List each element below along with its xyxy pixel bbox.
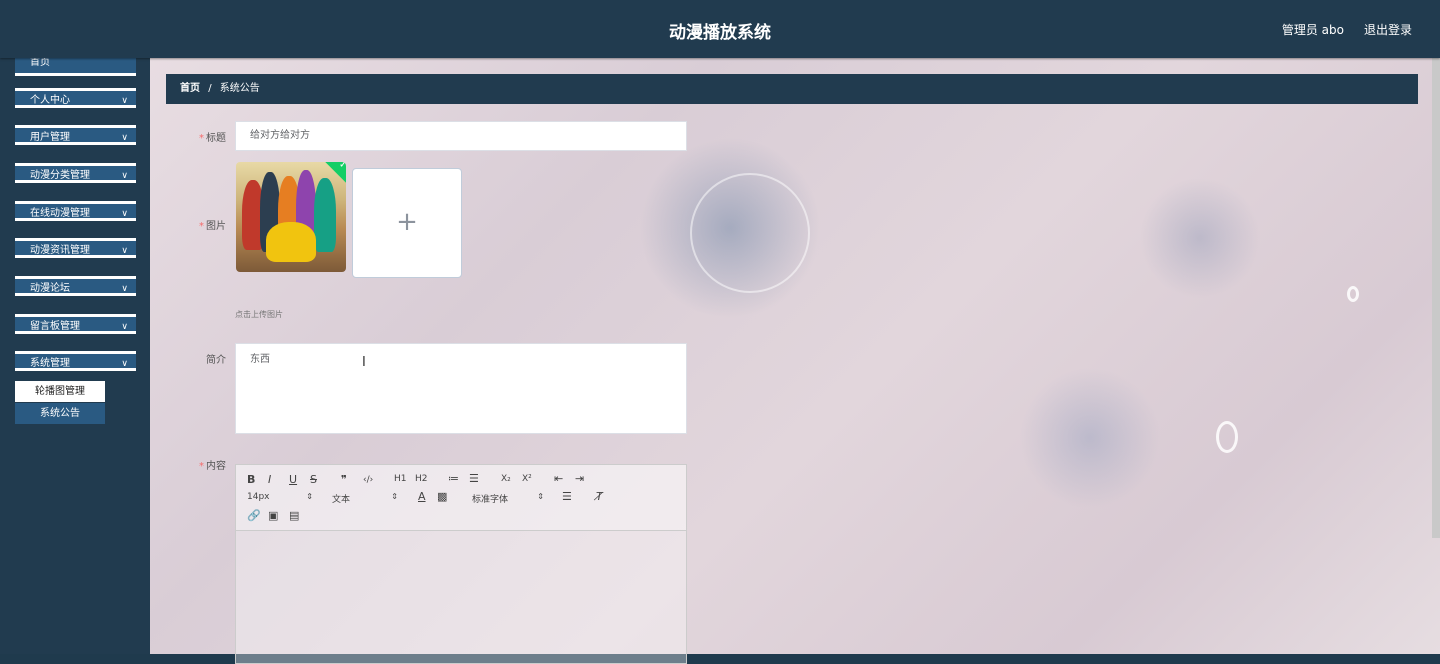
heading1-button[interactable]: H1: [394, 474, 407, 484]
sidebar-item-personal-center[interactable]: 个人中心 ∨: [15, 88, 136, 108]
sidebar-item-label: 动漫论坛: [30, 283, 70, 294]
chevron-down-icon: ∨: [121, 359, 128, 369]
font-family-select[interactable]: 标准字体 ⇕: [472, 492, 544, 505]
sidebar-item-system-management[interactable]: 系统管理 ∨: [15, 351, 136, 371]
align-icon[interactable]: ☰: [562, 490, 572, 503]
title-label: * 标题: [199, 133, 226, 144]
strike-button[interactable]: S: [310, 473, 317, 486]
code-block-button[interactable]: ‹/›: [363, 475, 373, 485]
superscript-button[interactable]: X²: [522, 474, 532, 484]
submenu-item-carousel[interactable]: 轮播图管理: [15, 381, 105, 402]
blockquote-button[interactable]: ❞: [341, 473, 347, 486]
chevron-down-icon: ∨: [121, 246, 128, 256]
sidebar-item-label: 动漫资讯管理: [30, 245, 90, 256]
upload-image-button[interactable]: +: [352, 168, 462, 278]
italic-button[interactable]: I: [268, 473, 271, 486]
top-header: 动漫播放系统 管理员 abo 退出登录: [0, 0, 1440, 58]
sidebar-item-anime-news[interactable]: 动漫资讯管理 ∨: [15, 238, 136, 258]
chevron-down-icon: ∨: [121, 209, 128, 219]
sidebar-item-label: 在线动漫管理: [30, 208, 90, 219]
font-size-select[interactable]: 14px ⇕: [247, 492, 313, 502]
vertical-scrollbar[interactable]: [1432, 58, 1440, 538]
subscript-button[interactable]: X₂: [501, 474, 511, 484]
current-user: 管理员 abo: [1281, 23, 1344, 37]
intro-label: 简介: [206, 355, 226, 366]
sidebar-item-anime-forum[interactable]: 动漫论坛 ∨: [15, 276, 136, 296]
plus-icon: +: [396, 207, 418, 237]
title-input[interactable]: 给对方给对方: [235, 121, 687, 151]
bullet-list-button[interactable]: ☰: [469, 472, 479, 485]
heading2-button[interactable]: H2: [415, 474, 428, 484]
bold-button[interactable]: B: [247, 473, 255, 486]
sidebar-item-category-management[interactable]: 动漫分类管理 ∨: [15, 163, 136, 183]
sidebar-item-online-anime[interactable]: 在线动漫管理 ∨: [15, 201, 136, 221]
chevron-down-icon: ∨: [121, 284, 128, 294]
breadcrumb-home[interactable]: 首页: [180, 83, 200, 94]
chevron-down-icon: ∨: [121, 96, 128, 106]
ordered-list-button[interactable]: ≔: [448, 472, 459, 485]
link-icon[interactable]: 🔗: [247, 509, 261, 522]
sidebar-item-label: 系统管理: [30, 358, 70, 369]
select-arrow-icon: ⇕: [306, 492, 313, 501]
background-decoration: [690, 173, 810, 293]
sidebar-item-guestbook[interactable]: 留言板管理 ∨: [15, 314, 136, 334]
required-mark: *: [199, 461, 204, 472]
breadcrumb-separator: /: [208, 83, 212, 94]
image-icon[interactable]: ▣: [268, 509, 278, 522]
required-mark: *: [199, 221, 204, 232]
required-mark: *: [199, 133, 204, 144]
chevron-down-icon: ∨: [121, 322, 128, 332]
select-arrow-icon: ⇕: [537, 492, 544, 501]
sidebar-item-label: 动漫分类管理: [30, 170, 90, 181]
breadcrumb: 首页 / 系统公告: [166, 74, 1418, 104]
submenu-item-announcement[interactable]: 系统公告: [15, 403, 105, 424]
text-cursor-icon: I: [362, 355, 366, 370]
intro-textarea[interactable]: 东西: [235, 343, 687, 434]
sidebar-item-label: 个人中心: [30, 95, 70, 106]
chevron-down-icon: ∨: [121, 171, 128, 181]
header-select[interactable]: 文本 ⇕: [332, 492, 398, 505]
select-arrow-icon: ⇕: [391, 492, 398, 501]
rich-text-editor[interactable]: B I U S ❞ ‹/› H1 H2 ≔ ☰ X₂ X² ⇤ ⇥ 14px ⇕ …: [235, 464, 687, 664]
sidebar-item-label: 留言板管理: [30, 321, 80, 332]
background-decoration: [1216, 421, 1238, 453]
chevron-down-icon: ∨: [121, 133, 128, 143]
logout-button[interactable]: 退出登录: [1364, 21, 1412, 38]
sidebar: 首页 个人中心 ∨ 用户管理 ∨ 动漫分类管理 ∨ 在线动漫管理 ∨ 动漫资讯管…: [0, 58, 150, 654]
clear-format-icon[interactable]: T̸: [596, 490, 603, 503]
background-color-icon[interactable]: ▩: [437, 490, 447, 503]
background-decoration: [1347, 286, 1359, 302]
uploaded-image-thumbnail[interactable]: ✓: [236, 162, 346, 272]
font-color-icon[interactable]: A: [418, 490, 426, 503]
indent-button[interactable]: ⇥: [575, 472, 584, 485]
editor-toolbar: B I U S ❞ ‹/› H1 H2 ≔ ☰ X₂ X² ⇤ ⇥ 14px ⇕ …: [236, 465, 686, 531]
sidebar-item-home[interactable]: 首页: [15, 58, 136, 76]
upload-hint: 点击上传图片: [235, 310, 283, 319]
sidebar-item-label: 用户管理: [30, 132, 70, 143]
video-icon[interactable]: ▤: [289, 509, 299, 522]
outdent-button[interactable]: ⇤: [554, 472, 563, 485]
image-label: * 图片: [199, 221, 226, 232]
content-label: * 内容: [199, 461, 226, 472]
sidebar-item-user-management[interactable]: 用户管理 ∨: [15, 125, 136, 145]
underline-button[interactable]: U: [289, 473, 297, 486]
breadcrumb-current: 系统公告: [219, 83, 260, 94]
app-title: 动漫播放系统: [669, 23, 771, 43]
main-content: 首页 / 系统公告 * 标题 给对方给对方 * 图片 ✓ + 点击上传图片 简介 东…: [150, 58, 1440, 664]
